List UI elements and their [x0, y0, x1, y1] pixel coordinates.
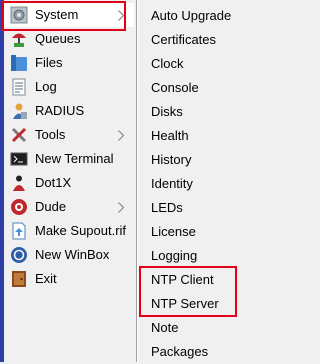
submenu-item-note[interactable]: Note: [138, 316, 316, 340]
folder-icon: [10, 54, 28, 72]
submenu-item-label: Auto Upgrade: [151, 8, 232, 23]
menu-item-dot1x[interactable]: Dot1X: [4, 171, 134, 195]
tools-icon: [10, 126, 28, 144]
terminal-icon: [10, 150, 28, 168]
menu-item-system[interactable]: System: [4, 3, 134, 27]
gear-icon: [10, 6, 28, 24]
menu-item-queues[interactable]: Queues: [4, 27, 134, 51]
submenu-item-certificates[interactable]: Certificates: [138, 28, 316, 52]
menu-item-label: New Terminal: [35, 151, 114, 166]
menu-item-new-terminal[interactable]: New Terminal: [4, 147, 134, 171]
menu-item-log[interactable]: Log: [4, 75, 134, 99]
submenu-item-label: Note: [151, 320, 179, 335]
menu-item-radius[interactable]: RADIUS: [4, 99, 134, 123]
submenu-item-packages[interactable]: Packages: [138, 340, 316, 364]
submenu-item-auto-upgrade[interactable]: Auto Upgrade: [138, 4, 316, 28]
menu-item-label: System: [35, 7, 79, 22]
submenu-item-leds[interactable]: LEDs: [138, 196, 316, 220]
submenu-item-console[interactable]: Console: [138, 76, 316, 100]
menu-item-label: Tools: [35, 127, 66, 142]
submenu-item-label: Console: [151, 80, 199, 95]
submenu-item-identity[interactable]: Identity: [138, 172, 316, 196]
system-submenu: Auto Upgrade Certificates Clock Console …: [137, 0, 316, 362]
submenu-item-label: NTP Client: [151, 272, 214, 287]
submenu-item-disks[interactable]: Disks: [138, 100, 316, 124]
queues-icon: [10, 30, 28, 48]
log-icon: [10, 78, 28, 96]
submenu-item-ntp-client[interactable]: NTP Client: [138, 268, 316, 292]
submenu-item-label: Disks: [151, 104, 183, 119]
menu-item-label: Make Supout.rif: [35, 223, 127, 238]
main-menu: System Queues Files Log RADIUS Tools New…: [4, 0, 137, 362]
exit-icon: [10, 270, 28, 288]
submenu-arrow-icon: [118, 9, 125, 24]
menu-item-label: Exit: [35, 271, 57, 286]
submenu-item-label: Identity: [151, 176, 193, 191]
menu-item-make-supout[interactable]: Make Supout.rif: [4, 219, 134, 243]
submenu-arrow-icon: [118, 129, 125, 144]
menu-item-label: Dot1X: [35, 175, 72, 190]
submenu-item-label: Clock: [151, 56, 184, 71]
menu-item-label: Log: [35, 79, 57, 94]
submenu-item-label: NTP Server: [151, 296, 219, 311]
supout-icon: [10, 222, 28, 240]
submenu-item-clock[interactable]: Clock: [138, 52, 316, 76]
submenu-arrow-icon: [118, 201, 125, 216]
submenu-item-ntp-server[interactable]: NTP Server: [138, 292, 316, 316]
dude-icon: [10, 198, 28, 216]
submenu-item-label: Packages: [151, 344, 209, 359]
submenu-item-label: Health: [151, 128, 189, 143]
menu-item-label: Files: [35, 55, 63, 70]
radius-icon: [10, 102, 28, 120]
menu-item-dude[interactable]: Dude: [4, 195, 134, 219]
menu-item-label: Queues: [35, 31, 81, 46]
menu-item-label: RADIUS: [35, 103, 85, 118]
menu-item-files[interactable]: Files: [4, 51, 134, 75]
submenu-item-label: License: [151, 224, 196, 239]
dot1x-icon: [10, 174, 28, 192]
submenu-item-history[interactable]: History: [138, 148, 316, 172]
submenu-item-label: Logging: [151, 248, 198, 263]
menu-item-label: New WinBox: [35, 247, 110, 262]
submenu-item-label: History: [151, 152, 192, 167]
menu-item-label: Dude: [35, 199, 67, 214]
submenu-item-label: Certificates: [151, 32, 217, 47]
menu-item-tools[interactable]: Tools: [4, 123, 134, 147]
menu-item-exit[interactable]: Exit: [4, 267, 134, 291]
menu-item-new-winbox[interactable]: New WinBox: [4, 243, 134, 267]
submenu-item-health[interactable]: Health: [138, 124, 316, 148]
submenu-item-license[interactable]: License: [138, 220, 316, 244]
winbox-icon: [10, 246, 28, 264]
submenu-item-label: LEDs: [151, 200, 183, 215]
submenu-item-logging[interactable]: Logging: [138, 244, 316, 268]
